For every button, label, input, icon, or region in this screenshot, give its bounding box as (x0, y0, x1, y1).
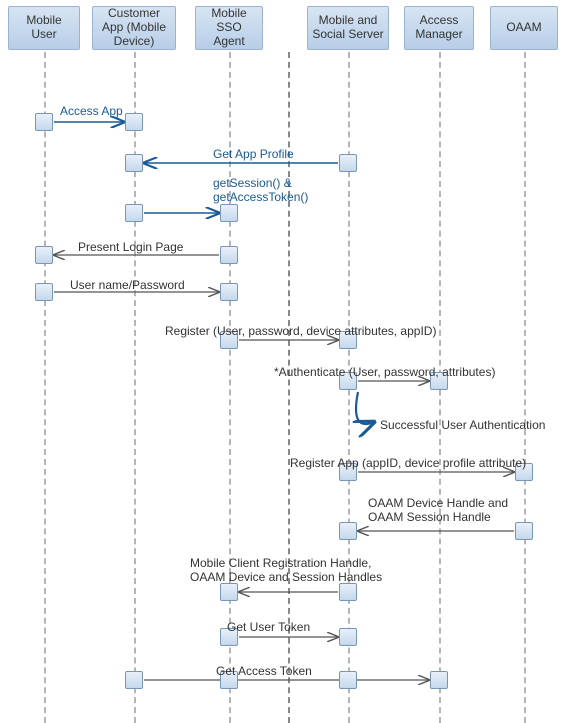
seq-node (125, 671, 143, 689)
participant-oaam: OAAM (490, 6, 558, 50)
participant-customer-app: Customer App (Mobile Device) (92, 6, 176, 50)
participant-access-manager: Access Manager (404, 6, 474, 50)
msg-access-app: Access App (60, 104, 123, 118)
lifeline-mobile-user (44, 52, 46, 723)
msg-username-password: User name/Password (70, 278, 185, 292)
seq-node (35, 246, 53, 264)
msg-register-app: Register App (appID, device profile attr… (290, 456, 526, 470)
seq-node (339, 628, 357, 646)
seq-node (339, 583, 357, 601)
seq-node (220, 283, 238, 301)
seq-node (125, 204, 143, 222)
seq-node (515, 522, 533, 540)
seq-node (220, 583, 238, 601)
seq-node (125, 113, 143, 131)
msg-get-app-profile: Get App Profile (213, 147, 294, 161)
seq-node (220, 204, 238, 222)
seq-node (339, 522, 357, 540)
msg-auth-success: Successful User Authentication (380, 418, 545, 432)
msg-client-registration: Mobile Client Registration Handle, OAAM … (190, 556, 382, 584)
lifeline-customer-app (134, 52, 136, 723)
seq-node (35, 113, 53, 131)
msg-present-login: Present Login Page (78, 240, 183, 254)
seq-node (430, 671, 448, 689)
seq-node (339, 671, 357, 689)
msg-getsession: getSession() & getAccessToken() (213, 176, 308, 204)
msg-authenticate: *Authenticate (User, password, attribute… (274, 365, 495, 379)
seq-node (35, 283, 53, 301)
lifeline-oaam (524, 52, 526, 723)
msg-get-access-token: Get Access Token (216, 664, 312, 678)
msg-get-user-token: Get User Token (227, 620, 310, 634)
msg-oaam-handles: OAAM Device Handle and OAAM Session Hand… (368, 496, 508, 524)
participant-ms-server: Mobile and Social Server (307, 6, 389, 50)
participant-sso-agent: Mobile SSO Agent (195, 6, 263, 50)
seq-node (220, 246, 238, 264)
msg-register: Register (User, password, device attribu… (165, 324, 436, 338)
participant-mobile-user: Mobile User (8, 6, 80, 50)
seq-node (125, 154, 143, 172)
seq-node (339, 154, 357, 172)
